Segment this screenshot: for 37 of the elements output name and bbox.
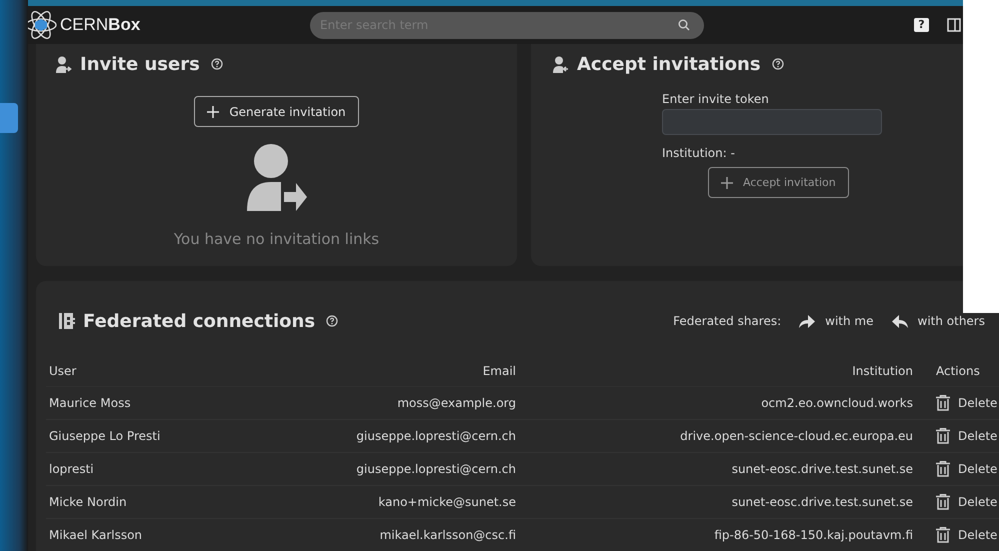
table-cell-text: giuseppe.lopresti@cern.ch bbox=[355, 462, 517, 476]
column-header: Email bbox=[482, 364, 517, 378]
empty-state-text: You have no invitation links bbox=[174, 230, 380, 248]
card-title: Invite users bbox=[80, 54, 200, 74]
table-cell-text: mikael.karlsson@csc.fi bbox=[378, 528, 517, 542]
table-cell-text: Micke Nordin bbox=[48, 495, 128, 509]
delete-button[interactable]: Delete bbox=[936, 527, 998, 543]
delete-button[interactable]: Delete bbox=[936, 494, 998, 510]
column-header: Institution bbox=[851, 364, 914, 378]
delete-button[interactable]: Delete bbox=[936, 428, 998, 444]
table-cell-text: kano+micke@sunet.se bbox=[377, 495, 517, 509]
delete-button[interactable]: Delete bbox=[936, 461, 998, 477]
column-header: User bbox=[48, 364, 78, 378]
generate-invitation-button[interactable]: Generate invitation bbox=[194, 96, 359, 127]
help-button[interactable]: ? bbox=[914, 18, 929, 32]
card-title: Federated connections bbox=[83, 310, 316, 332]
table-cell-text: Mikael Karlsson bbox=[48, 528, 144, 542]
app-logo-text[interactable]: CERNBox bbox=[60, 15, 140, 35]
card-title: Accept invitations bbox=[577, 54, 761, 74]
table-cell-text: fip-86-50-168-150.kaj.poutavm.fi bbox=[713, 528, 914, 542]
table-cell-text: ocm2.eo.owncloud.works bbox=[760, 396, 914, 410]
field-label: Enter invite token bbox=[662, 92, 769, 106]
share-filter-link[interactable]: with me bbox=[799, 314, 874, 328]
table-cell-text: Giuseppe Lo Presti bbox=[48, 429, 162, 443]
accept-invitation-button[interactable]: Accept invitation bbox=[708, 167, 849, 198]
shares-label: Federated shares: bbox=[673, 314, 782, 328]
table-cell-text: giuseppe.lopresti@cern.ch bbox=[355, 429, 517, 443]
column-header: Actions bbox=[935, 364, 981, 378]
table-cell-text: moss@example.org bbox=[396, 396, 517, 410]
table-cell-text: lopresti bbox=[48, 462, 95, 476]
institution-text: Institution: - bbox=[662, 146, 735, 160]
table-cell-text: sunet-eosc.drive.test.sunet.se bbox=[730, 462, 914, 476]
table-cell-text: Maurice Moss bbox=[48, 396, 132, 410]
share-filter-link[interactable]: with others bbox=[892, 314, 985, 328]
delete-button[interactable]: Delete bbox=[936, 395, 998, 411]
table-cell-text: drive.open-science-cloud.ec.europa.eu bbox=[679, 429, 914, 443]
table-cell-text: sunet-eosc.drive.test.sunet.se bbox=[730, 495, 914, 509]
